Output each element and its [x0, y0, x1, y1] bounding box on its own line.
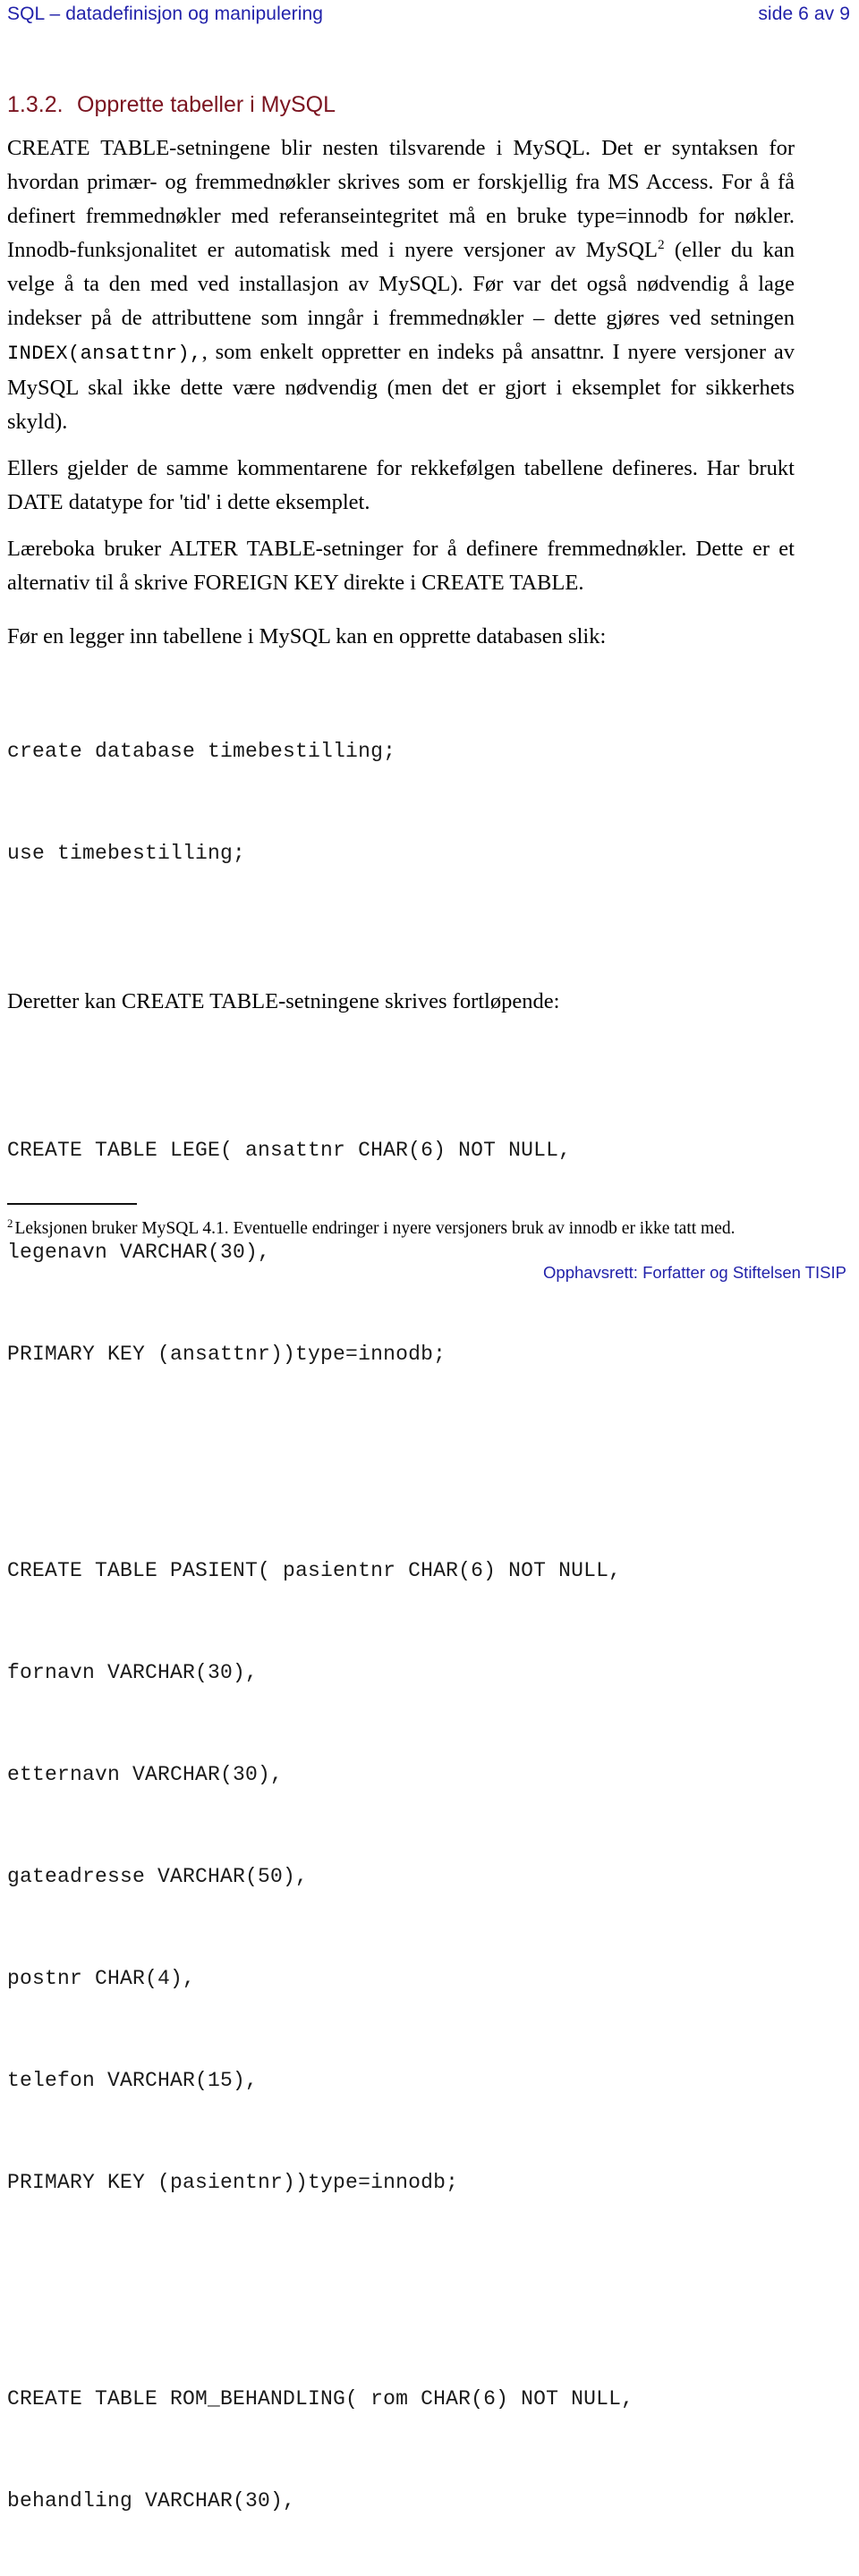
- paragraph-ellers: Ellers gjelder de samme kommentarene for…: [7, 456, 795, 514]
- header-page-number: side 6 av 9: [758, 4, 850, 24]
- section-heading: 1.3.2. Opprette tabeller i MySQL: [7, 92, 336, 118]
- code-line: use timebestilling;: [7, 842, 246, 865]
- document-footer: Opphavsrett: Forfatter og Stiftelsen TIS…: [0, 1263, 846, 1283]
- paragraph-intro: CREATE TABLE-setningene blir nesten tils…: [7, 131, 795, 439]
- code-block-table-pasient: CREATE TABLE PASIENT( pasientnr CHAR(6) …: [7, 1486, 795, 2267]
- footnote-separator: [7, 1203, 137, 1205]
- code-line: PRIMARY KEY (pasientnr))type=innodb;: [7, 2171, 459, 2194]
- section-title: Opprette tabeller i MySQL: [77, 92, 336, 117]
- code-line: telefon VARCHAR(15),: [7, 2069, 259, 2092]
- footnote-area: 2 Leksjonen bruker MySQL 4.1. Eventuelle …: [7, 1203, 812, 1241]
- code-block-table-rom-behandling: CREATE TABLE ROM_BEHANDLING( rom CHAR(6)…: [7, 2314, 795, 2576]
- code-line: behandling VARCHAR(30),: [7, 2489, 296, 2512]
- copyright-notice: Opphavsrett: Forfatter og Stiftelsen TIS…: [543, 1263, 846, 1282]
- paragraph-database-intro: Før en legger inn tabellene i MySQL kan …: [7, 624, 607, 648]
- document-header: SQL – datadefinisjon og manipulering sid…: [7, 4, 850, 25]
- code-line: create database timebestilling;: [7, 740, 396, 763]
- document-page: SQL – datadefinisjon og manipulering sid…: [0, 0, 859, 2512]
- code-line: fornavn VARCHAR(30),: [7, 1661, 259, 1684]
- paragraph-laereboka: Læreboka bruker ALTER TABLE-setninger fo…: [7, 537, 795, 595]
- document-body: CREATE TABLE-setningene blir nesten tils…: [7, 131, 795, 2576]
- section-number: 1.3.2.: [7, 92, 64, 117]
- code-block-database-setup: create database timebestilling; use time…: [7, 666, 795, 938]
- code-line: postnr CHAR(4),: [7, 1967, 196, 1990]
- footnote-reference: 2: [658, 236, 665, 252]
- footnote-marker: 2: [7, 1216, 13, 1230]
- inline-code-index: INDEX(ansattnr),: [7, 343, 202, 365]
- paragraph-create-intro: Deretter kan CREATE TABLE-setningene skr…: [7, 989, 560, 1013]
- code-line: CREATE TABLE ROM_BEHANDLING( rom CHAR(6)…: [7, 2387, 634, 2411]
- header-title: SQL – datadefinisjon og manipulering: [7, 4, 324, 24]
- code-line: CREATE TABLE PASIENT( pasientnr CHAR(6) …: [7, 1559, 622, 1582]
- code-block-table-lege: CREATE TABLE LEGE( ansattnr CHAR(6) NOT …: [7, 1065, 795, 1439]
- footnote-body: Leksjonen bruker MySQL 4.1. Eventuelle e…: [14, 1219, 736, 1238]
- code-line: etternavn VARCHAR(30),: [7, 1763, 284, 1786]
- code-line: gateadresse VARCHAR(50),: [7, 1865, 309, 1888]
- footnote-text: 2 Leksjonen bruker MySQL 4.1. Eventuelle …: [7, 1217, 812, 1241]
- code-line: CREATE TABLE LEGE( ansattnr CHAR(6) NOT …: [7, 1139, 572, 1162]
- code-line: PRIMARY KEY (ansattnr))type=innodb;: [7, 1343, 447, 1366]
